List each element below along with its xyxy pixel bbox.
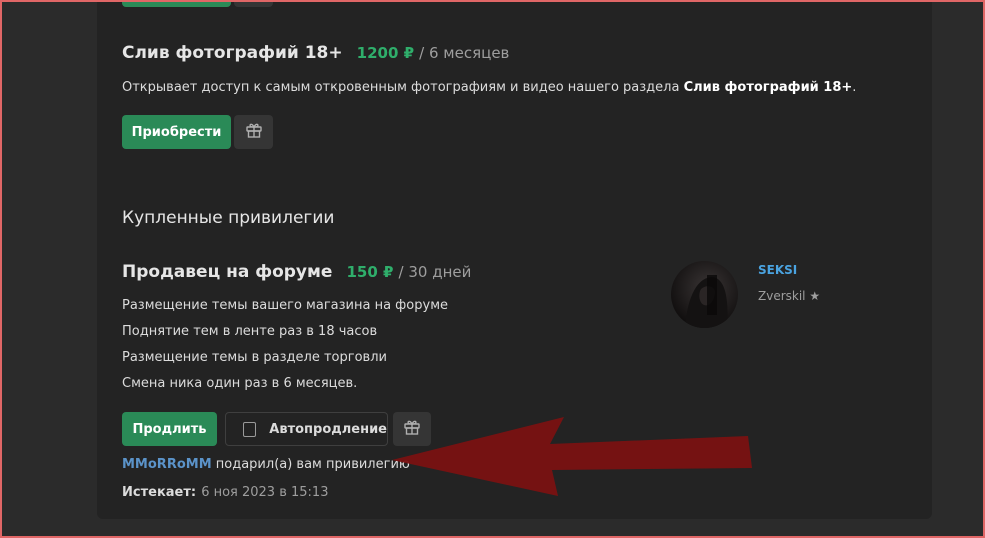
gift-button[interactable] (234, 115, 273, 149)
expires-value: 6 ноя 2023 в 15:13 (201, 485, 329, 500)
previous-buy-button[interactable] (122, 0, 231, 7)
purchased-item-header: Продавец на форуме 150 ₽ / 30 дней (122, 262, 471, 282)
gift-sender-link[interactable]: MMoRRoMM (122, 457, 212, 472)
buy-button[interactable]: Приобрести (122, 115, 231, 149)
offer-description-bold: Слив фотографий 18+ (683, 80, 853, 95)
offer-title: Слив фотографий 18+ (122, 43, 343, 63)
offer-price: 1200 ₽ (356, 44, 415, 62)
purchased-item-period: / 30 дней (398, 263, 472, 281)
autorenew-checkbox[interactable] (243, 421, 257, 437)
offer-period: / 6 месяцев (419, 44, 510, 62)
renew-button-label: Продлить (132, 421, 207, 437)
expires-label: Истекает: (122, 485, 197, 500)
renew-button[interactable]: Продлить (122, 412, 217, 446)
offer-description-suffix: . (852, 80, 857, 95)
expires-info: Истекает: 6 ноя 2023 в 15:13 (122, 481, 328, 500)
offer-description-text: Открывает доступ к самым откровенным фот… (122, 80, 684, 95)
feature-item: Размещение темы вашего магазина на форум… (122, 298, 449, 313)
offer-description: Открывает доступ к самым откровенным фот… (122, 80, 856, 95)
gift-info: MMoRRoMM подарил(а) вам привилегию (122, 457, 410, 472)
gift-info-text: подарил(а) вам привилегию (211, 457, 410, 472)
gift-icon (245, 121, 263, 143)
red-arrow-annotation (386, 412, 756, 498)
purchased-section-title: Купленные привилегии (122, 208, 335, 228)
offer-header: Слив фотографий 18+ 1200 ₽ / 6 месяцев (122, 43, 509, 63)
feature-item: Размещение темы в разделе торговли (122, 350, 387, 365)
purchased-item-price-line: 150 ₽ / 30 дней (346, 262, 471, 281)
offer-price-line: 1200 ₽ / 6 месяцев (357, 43, 510, 62)
autorenew-label: Автопродление (269, 421, 387, 437)
autorenew-toggle[interactable]: Автопродление (225, 412, 388, 446)
seller-subtitle: Zverskil ★ (758, 289, 821, 303)
feature-item: Поднятие тем в ленте раз в 18 часов (122, 324, 378, 339)
feature-item: Смена ника один раз в 6 месяцев. (122, 376, 358, 391)
buy-button-label: Приобрести (131, 124, 222, 140)
purchased-item-price: 150 ₽ (346, 263, 394, 281)
purchased-item-title: Продавец на форуме (122, 262, 333, 282)
previous-gift-button[interactable] (234, 0, 273, 7)
seller-name[interactable]: SEKSI (758, 263, 797, 277)
seller-avatar[interactable] (671, 261, 738, 328)
